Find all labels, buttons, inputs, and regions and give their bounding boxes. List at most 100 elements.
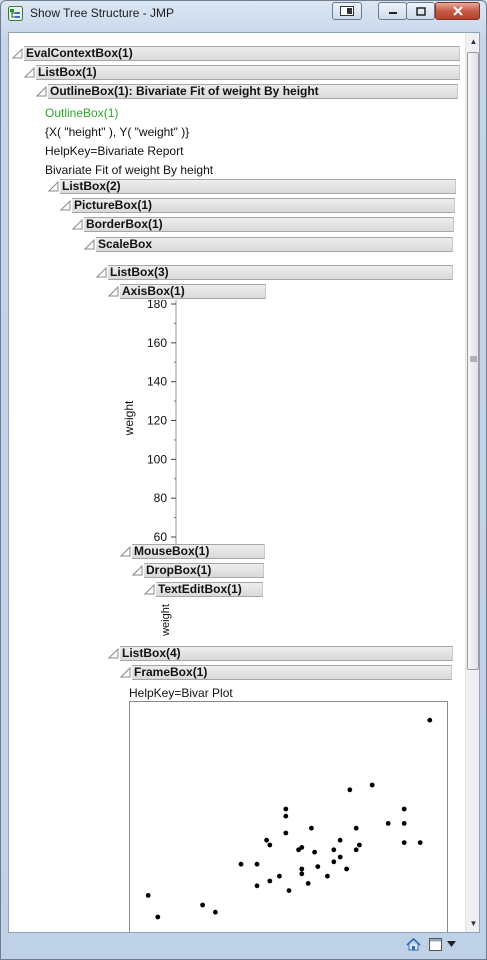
scatter-point: [200, 902, 205, 908]
disclosure-triangle-icon[interactable]: [108, 648, 119, 659]
status-bar: [8, 935, 480, 955]
node-axisbox[interactable]: AxisBox(1): [108, 284, 266, 300]
scatter-point: [353, 847, 359, 853]
axis-ticks: 180 160 140 120 100 80 60: [147, 300, 177, 544]
scatter-point: [347, 787, 353, 793]
home-icon[interactable]: [406, 937, 421, 952]
scatter-point: [283, 813, 289, 819]
node-dropbox[interactable]: DropBox(1): [132, 563, 264, 579]
scatter-point: [401, 821, 407, 826]
minimize-icon: [388, 12, 397, 14]
node-label: FrameBox(1): [132, 665, 452, 680]
window-layout-icon: [340, 6, 354, 16]
node-scalebox[interactable]: ScaleBox: [84, 237, 453, 253]
vertical-scrollbar[interactable]: ▲ ▼: [465, 33, 479, 932]
scatter-point: [286, 888, 292, 893]
scatter-point: [353, 825, 359, 831]
scatter-point: [254, 883, 260, 889]
close-button[interactable]: [435, 2, 480, 20]
texteditbox-text: weight: [160, 604, 172, 637]
node-label: ScaleBox: [96, 237, 453, 252]
axis-tick-label: 180: [147, 300, 167, 311]
disclosure-triangle-icon[interactable]: [84, 239, 95, 250]
axis-label: weight: [122, 400, 136, 436]
scatter-point: [264, 837, 269, 843]
scatter-point: [417, 840, 423, 845]
node-label: ListBox(3): [108, 265, 453, 280]
node-label: PictureBox(1): [72, 198, 455, 213]
scatter-point: [283, 830, 289, 836]
scatter-point: [305, 881, 311, 886]
scatter-point: [283, 806, 289, 812]
maximize-button[interactable]: [406, 2, 435, 20]
helpkey-text: HelpKey=Bivariate Report: [45, 144, 184, 158]
xy-spec-text: {X( "height" ), Y( "weight" )}: [45, 125, 190, 139]
scatter-point: [309, 825, 314, 831]
minimize-button[interactable]: [378, 2, 407, 20]
scatter-point: [267, 878, 273, 884]
report-title-text: Bivariate Fit of weight By height: [45, 163, 214, 177]
weight-axis: 180 160 140 120 100 80 60 weight: [122, 300, 177, 544]
node-mousebox[interactable]: MouseBox(1): [120, 544, 265, 560]
scatter-point: [277, 873, 282, 879]
scatter-point: [357, 842, 362, 848]
scroll-down-arrow-icon[interactable]: ▼: [466, 915, 479, 932]
scrollbar-thumb[interactable]: [467, 52, 479, 670]
scatter-point: [299, 871, 305, 877]
scatter-point: [299, 845, 305, 850]
bivar-plot-helpkey: HelpKey=Bivar Plot: [129, 686, 233, 700]
scatter-point: [315, 864, 321, 869]
node-listbox-1[interactable]: ListBox(1): [24, 65, 460, 81]
disclosure-triangle-icon[interactable]: [36, 86, 47, 97]
axis-tick-label: 100: [147, 452, 167, 466]
scatter-point: [331, 847, 337, 853]
scatter-point: [337, 854, 343, 860]
node-listbox-4[interactable]: ListBox(4): [108, 646, 453, 662]
scroll-up-arrow-icon[interactable]: ▲: [466, 33, 479, 50]
scatter-point: [369, 782, 375, 788]
window-icon[interactable]: [429, 938, 442, 951]
disclosure-triangle-icon[interactable]: [120, 546, 131, 557]
application-window: Show Tree Structure - JMP EvalContextBox…: [0, 0, 487, 960]
disclosure-triangle-icon[interactable]: [12, 48, 23, 59]
disclosure-triangle-icon[interactable]: [48, 181, 59, 192]
scatter-point: [267, 842, 273, 848]
node-label: MouseBox(1): [132, 544, 265, 559]
node-borderbox[interactable]: BorderBox(1): [72, 217, 454, 233]
outline-id-text: OutlineBox(1): [45, 106, 119, 120]
node-label: BorderBox(1): [84, 217, 454, 232]
node-framebox[interactable]: FrameBox(1): [120, 665, 452, 681]
disclosure-triangle-icon[interactable]: [144, 584, 155, 595]
node-label: ListBox(2): [60, 179, 456, 194]
restore-layout-button[interactable]: [332, 2, 362, 20]
scatter-point: [155, 914, 161, 920]
scatter-point: [325, 873, 330, 879]
disclosure-triangle-icon[interactable]: [72, 219, 83, 230]
title-bar[interactable]: Show Tree Structure - JMP: [1, 1, 486, 25]
disclosure-triangle-icon[interactable]: [60, 200, 71, 211]
disclosure-triangle-icon[interactable]: [96, 267, 107, 278]
node-label: EvalContextBox(1): [24, 46, 460, 61]
node-label: AxisBox(1): [120, 284, 266, 299]
disclosure-triangle-icon[interactable]: [120, 667, 131, 678]
scatter-point: [337, 837, 343, 843]
scatter-point: [427, 717, 433, 723]
scatter-point: [145, 893, 151, 898]
node-texteditbox[interactable]: TextEditBox(1): [144, 582, 263, 598]
axis-tick-label: 140: [147, 375, 167, 389]
axis-tick-label: 160: [147, 336, 167, 350]
node-picturebox[interactable]: PictureBox(1): [60, 198, 455, 214]
dropdown-arrow-icon[interactable]: [447, 941, 456, 948]
scatter-point: [254, 861, 260, 867]
node-evalcontextbox[interactable]: EvalContextBox(1): [12, 46, 460, 62]
node-listbox-3[interactable]: ListBox(3): [96, 265, 453, 281]
scatter-plot[interactable]: [129, 701, 449, 932]
scatter-point: [312, 849, 317, 855]
axis-tick-label: 60: [154, 530, 168, 544]
node-outlinebox[interactable]: OutlineBox(1): Bivariate Fit of weight B…: [36, 84, 458, 100]
tree-structure-panel: EvalContextBox(1) ListBox(1) OutlineBox(…: [8, 32, 480, 933]
disclosure-triangle-icon[interactable]: [132, 565, 143, 576]
node-listbox-2[interactable]: ListBox(2): [48, 179, 456, 195]
disclosure-triangle-icon[interactable]: [108, 286, 119, 297]
disclosure-triangle-icon[interactable]: [24, 67, 35, 78]
